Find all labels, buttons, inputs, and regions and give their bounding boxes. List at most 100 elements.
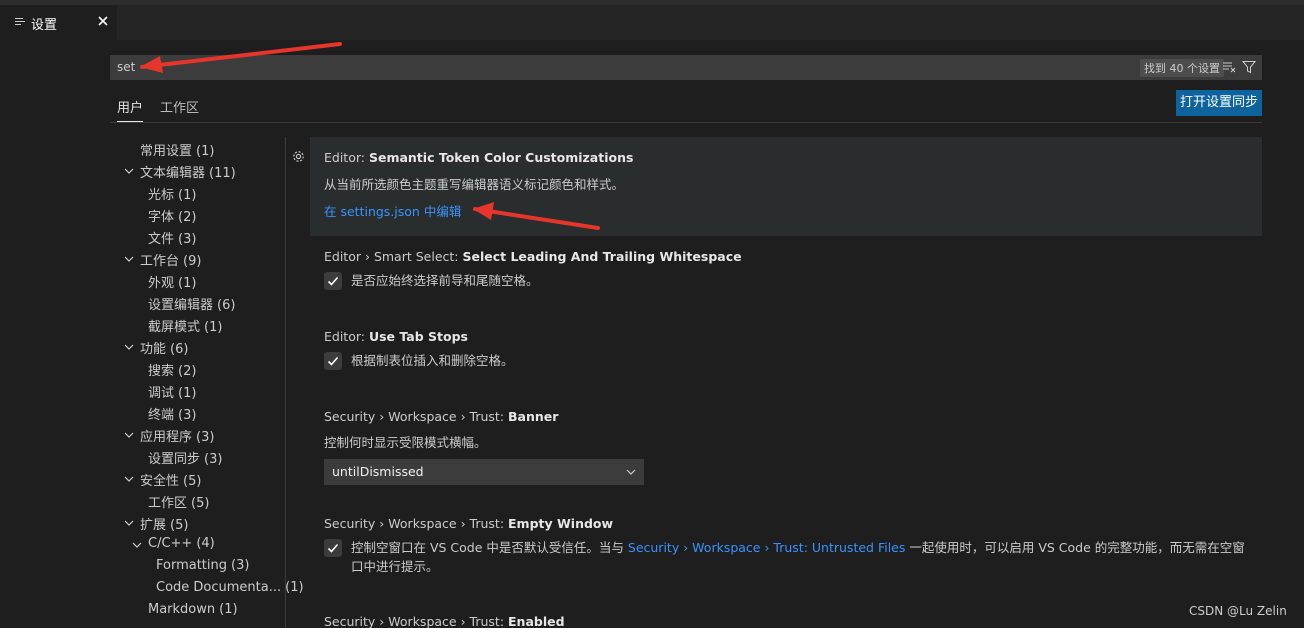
setting-description: 从当前所选颜色主题重写编辑器语义标记颜色和样式。 [324, 177, 625, 192]
toc-item[interactable]: 安全性 (5) [140, 470, 201, 489]
setting-smart-select: Editor › Smart Select: Select Leading An… [310, 236, 1262, 320]
toc-count: (3) [196, 430, 215, 445]
setting-name: Banner [508, 409, 559, 424]
setting-name: Empty Window [508, 516, 614, 531]
toc-item[interactable]: 工作区 (5) [148, 492, 209, 511]
toc-count: (1) [178, 386, 197, 401]
check-icon [327, 356, 339, 366]
toc-count: (3) [231, 558, 250, 573]
toc-count: (5) [183, 474, 202, 489]
search-query[interactable]: set [117, 60, 135, 74]
chevron-down-icon[interactable] [123, 165, 135, 177]
toc-item[interactable]: 调试 (1) [148, 382, 196, 401]
setting-name: Enabled [508, 614, 565, 628]
setting-name: Select Leading And Trailing Whitespace [462, 249, 742, 264]
toc-label: 截屏模式 [148, 320, 201, 335]
toc-count: (9) [183, 254, 202, 269]
toc-item[interactable]: Formatting (3) [156, 558, 249, 573]
toc-count: (1) [285, 580, 304, 595]
toc-label: 光标 [148, 188, 175, 203]
tab-title: 设置 [31, 18, 58, 33]
toc-item[interactable]: 工作台 (9) [140, 250, 201, 269]
toc-count: (6) [170, 342, 189, 357]
scope-tabs: 用户 工作区 [110, 92, 1262, 123]
toc-count: (2) [178, 210, 197, 225]
description-text: 控制空窗口在 VS Code 中是否默认受信任。当与 [351, 540, 628, 555]
setting-trust-banner: Security › Workspace › Trust: Banner 控制何… [310, 396, 1262, 500]
use-tab-stops-checkbox[interactable] [324, 352, 342, 370]
toc-item[interactable]: Markdown (1) [148, 602, 238, 617]
setting-semantic-token-colors: Editor: Semantic Token Color Customizati… [310, 137, 1262, 236]
filter-icon[interactable] [1242, 60, 1256, 74]
chevron-down-icon[interactable] [123, 517, 135, 529]
toc-label: 应用程序 [140, 430, 193, 445]
setting-description: 控制空窗口在 VS Code 中是否默认受信任。当与 Security › Wo… [351, 538, 1251, 576]
tab-user[interactable]: 用户 [117, 97, 144, 122]
toc-count: (3) [178, 232, 197, 247]
toc-count: (11) [209, 166, 236, 181]
toc-count: (1) [178, 188, 197, 203]
empty-window-checkbox[interactable] [324, 539, 342, 557]
chevron-down-icon[interactable] [123, 429, 135, 441]
toc-item[interactable]: 功能 (6) [140, 338, 188, 357]
toc-count: (5) [170, 518, 189, 533]
toc-item[interactable]: 文本编辑器 (11) [140, 162, 236, 181]
toc-label: Code Documenta... [156, 580, 282, 595]
setting-description: 控制何时显示受限模式横幅。 [324, 435, 487, 450]
toc-item[interactable]: 字体 (2) [148, 206, 196, 225]
toc-count: (1) [204, 320, 223, 335]
toc-label: 设置同步 [148, 452, 201, 467]
toc-label: 扩展 [140, 518, 167, 533]
watermark: CSDN @Lu Zelin [1189, 604, 1287, 618]
toc-item[interactable]: 文件 (3) [148, 228, 196, 247]
toc-item[interactable]: 设置同步 (3) [148, 448, 222, 467]
setting-trust-enabled: Security › Workspace › Trust: Enabled [310, 600, 1262, 628]
toc-item[interactable]: C/C++ (4) [148, 536, 215, 551]
toc-label: 常用设置 [140, 144, 193, 159]
toc-label: 文本编辑器 [140, 166, 206, 181]
toc-item[interactable]: 光标 (1) [148, 184, 196, 203]
toc-count: (1) [196, 144, 215, 159]
setting-category: Editor › Smart Select: [324, 249, 463, 264]
toc-item[interactable]: 搜索 (2) [148, 360, 196, 379]
toc-item[interactable]: 终端 (3) [148, 404, 196, 423]
settings-tab[interactable]: 设置 [0, 5, 117, 40]
setting-use-tab-stops: Editor: Use Tab Stops 根据制表位插入和删除空格。 [310, 316, 1262, 400]
annotation-arrow [140, 42, 342, 73]
chevron-down-icon[interactable] [131, 539, 143, 551]
chevron-down-icon[interactable] [123, 253, 135, 265]
select-value: untilDismissed [332, 464, 424, 479]
clear-filter-icon[interactable] [1222, 61, 1236, 73]
tab-workspace[interactable]: 工作区 [160, 97, 199, 116]
toc-item[interactable]: 常用设置 (1) [140, 140, 214, 159]
edit-in-settings-json-link[interactable]: 在 settings.json 中编辑 [324, 201, 461, 220]
toc-count: (3) [204, 452, 223, 467]
banner-select[interactable]: untilDismissed [324, 459, 644, 485]
toc-item[interactable]: Code Documenta... (1) [156, 580, 304, 595]
untrusted-files-link[interactable]: Security › Workspace › Trust: Untrusted … [628, 540, 905, 555]
toc-item[interactable]: 设置编辑器 (6) [148, 294, 235, 313]
toc-item[interactable]: 扩展 (5) [140, 514, 188, 533]
setting-category: Security › Workspace › Trust: [324, 614, 509, 628]
close-icon[interactable] [96, 14, 110, 28]
toc-label: 外观 [148, 276, 175, 291]
toc-count: (4) [196, 536, 215, 551]
setting-name: Semantic Token Color Customizations [368, 150, 634, 165]
gear-icon[interactable] [291, 149, 306, 164]
toc-item[interactable]: 外观 (1) [148, 272, 196, 291]
setting-title: Editor › Smart Select: Select Leading An… [324, 249, 742, 264]
search-result-count: 找到 40 个设置 [1140, 59, 1224, 77]
setting-description: 根据制表位插入和删除空格。 [351, 353, 514, 368]
toc-label: 调试 [148, 386, 175, 401]
toc-count: (6) [217, 298, 236, 313]
setting-title: Editor: Use Tab Stops [324, 329, 468, 344]
setting-category: Security › Workspace › Trust: [324, 409, 509, 424]
chevron-down-icon[interactable] [123, 473, 135, 485]
toc-item[interactable]: 应用程序 (3) [140, 426, 214, 445]
smart-select-checkbox[interactable] [324, 272, 342, 290]
chevron-down-icon[interactable] [123, 341, 135, 353]
toc-item[interactable]: 截屏模式 (1) [148, 316, 222, 335]
toc-count: (5) [191, 496, 210, 511]
turn-on-settings-sync-button[interactable]: 打开设置同步 [1176, 90, 1262, 116]
setting-category: Editor: [324, 329, 369, 344]
